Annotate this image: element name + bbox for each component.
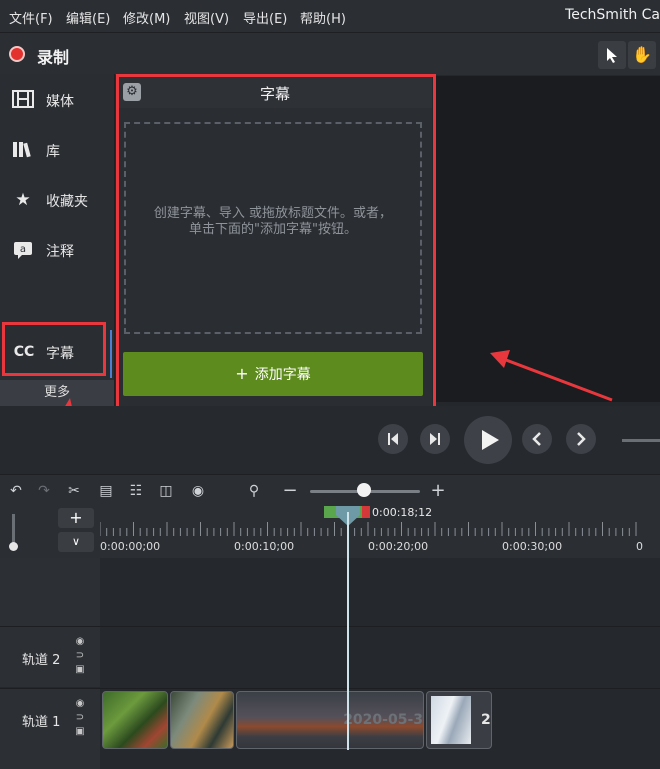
zoom-slider-handle[interactable] — [357, 483, 371, 497]
track-label: 轨道 2 — [22, 653, 61, 668]
media-clip[interactable]: 2 — [426, 691, 492, 749]
zoom-in-icon[interactable]: + — [428, 481, 448, 501]
tick-label: 0:00:30;00 — [502, 540, 563, 553]
selection-end-marker[interactable] — [362, 506, 370, 518]
media-clip[interactable]: 2020-05-3 — [236, 691, 424, 749]
track-toggle-icons[interactable]: ◉ ⊃ ▣ — [74, 635, 86, 677]
playhead-line[interactable] — [347, 512, 349, 750]
tick-label: 0:00:00;00 — [100, 540, 161, 553]
step-back-icon[interactable] — [378, 424, 408, 454]
timeline-toolbar: ↶ ↷ ✂ ▤ ☷ ◫ ◉ ⚲ − + — [0, 474, 660, 507]
undo-icon[interactable]: ↶ — [6, 481, 26, 501]
track-height-handle[interactable] — [9, 542, 18, 551]
chevron-down-icon[interactable]: ∨ — [58, 532, 94, 552]
current-time: 0:00:18;12 — [372, 506, 433, 519]
camera-icon[interactable]: ◉ — [188, 481, 208, 501]
track-controls-header: + ∨ — [0, 506, 100, 558]
timeline-ruler[interactable]: 0:00:18;12 0:00:00;00 0:00:10;00 0:00:20… — [100, 506, 660, 558]
track-header-1: 轨道 1 ◉ ⊃ ▣ — [0, 688, 100, 769]
clip-date-label: 2020-05-3 — [343, 712, 423, 728]
scrub-bar[interactable] — [622, 439, 660, 442]
play-icon[interactable] — [464, 416, 512, 464]
next-icon[interactable] — [566, 424, 596, 454]
track-label: 轨道 1 — [22, 715, 61, 730]
zoom-out-icon[interactable]: − — [280, 481, 300, 501]
track-lane-2[interactable] — [100, 626, 660, 687]
tick-label: 0:00:20;00 — [368, 540, 429, 553]
add-track-button[interactable]: + — [58, 508, 94, 528]
track-header-2: 轨道 2 ◉ ⊃ ▣ — [0, 626, 100, 687]
step-forward-icon[interactable] — [420, 424, 450, 454]
playback-bar — [0, 406, 660, 474]
zoom-search-icon[interactable]: ⚲ — [244, 481, 264, 501]
clip-label: 2 — [481, 712, 491, 728]
previous-icon[interactable] — [522, 424, 552, 454]
clip-thumbnail — [431, 696, 471, 744]
tick-label: 0 — [636, 540, 643, 553]
track-header-empty — [0, 558, 100, 626]
copy-icon[interactable]: ▤ — [96, 481, 116, 501]
split-icon[interactable]: ◫ — [156, 481, 176, 501]
redo-icon[interactable]: ↷ — [34, 481, 54, 501]
media-clip[interactable] — [170, 691, 234, 749]
track-toggle-icons[interactable]: ◉ ⊃ ▣ — [74, 697, 86, 739]
media-clip[interactable] — [102, 691, 168, 749]
tick-label: 0:00:10;00 — [234, 540, 295, 553]
cut-icon[interactable]: ✂ — [64, 481, 84, 501]
paste-icon[interactable]: ☷ — [126, 481, 146, 501]
ruler-ticks — [100, 522, 637, 536]
track-lane-1[interactable]: 2020-05-3 2 — [100, 688, 660, 769]
